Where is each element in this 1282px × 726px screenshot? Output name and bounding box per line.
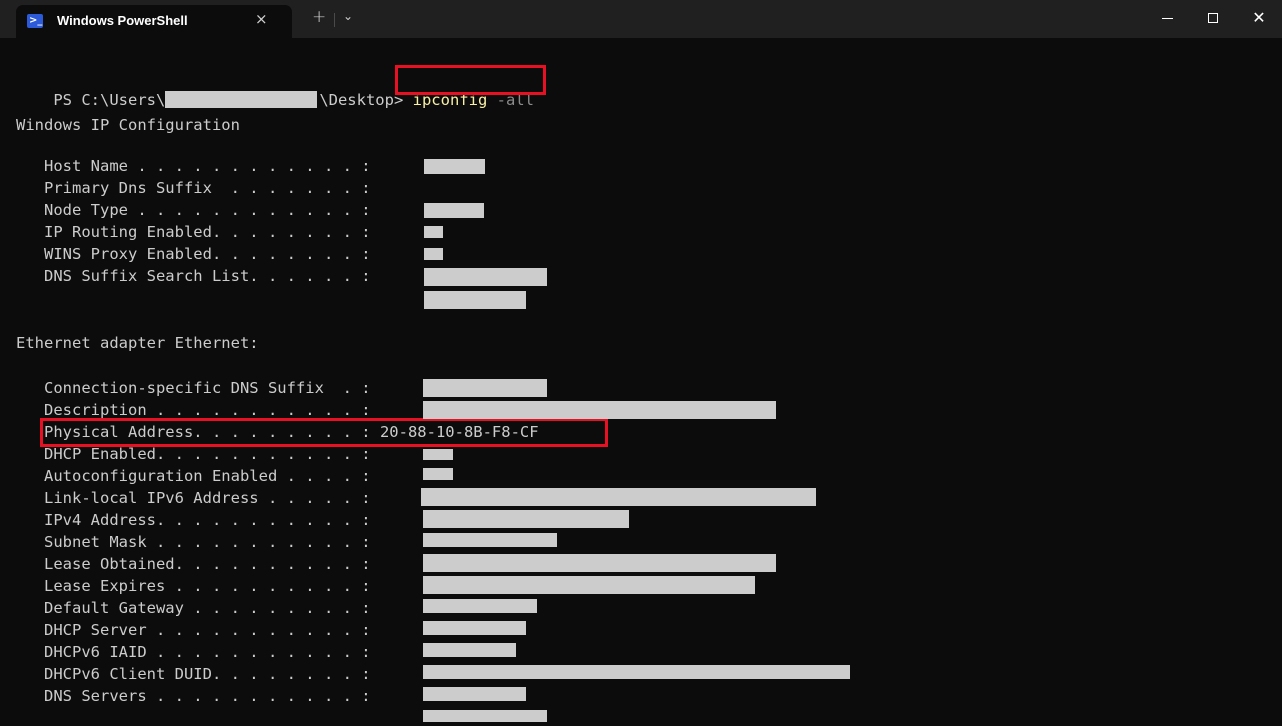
redacted-value <box>424 248 443 260</box>
section-header: Ethernet adapter Ethernet: <box>16 334 259 352</box>
config-row: Default Gateway . . . . . . . . . : <box>16 599 380 617</box>
redacted-value <box>424 291 526 309</box>
username-redaction <box>165 91 318 108</box>
config-row: Connection-specific DNS Suffix . : <box>16 379 380 397</box>
redacted-value <box>424 268 547 286</box>
redacted-value <box>423 533 557 547</box>
config-row: IP Routing Enabled. . . . . . . . : <box>16 223 380 241</box>
redacted-value <box>423 379 547 397</box>
config-row: Host Name . . . . . . . . . . . . : <box>16 157 380 175</box>
config-row: WINS Proxy Enabled. . . . . . . . : <box>16 245 380 263</box>
prompt-path-start: PS C:\Users\ <box>53 91 166 109</box>
redacted-value <box>424 226 443 238</box>
command-highlight-box <box>395 65 546 95</box>
redacted-value <box>424 159 485 174</box>
new-tab-button[interactable]: + <box>312 7 326 27</box>
config-row: DNS Suffix Search List. . . . . . : <box>16 267 380 285</box>
redacted-value <box>423 621 526 635</box>
physical-address-highlight-box <box>40 418 608 447</box>
chevron-down-icon[interactable]: ⌄ <box>343 9 353 23</box>
close-button[interactable]: ✕ <box>1236 0 1282 38</box>
redacted-value <box>423 710 547 722</box>
redacted-value <box>423 510 629 528</box>
config-row: Lease Expires . . . . . . . . . . : <box>16 577 380 595</box>
redacted-value <box>423 687 526 701</box>
redacted-value <box>423 665 850 679</box>
config-row: IPv4 Address. . . . . . . . . . . : <box>16 511 380 529</box>
tab-close-icon[interactable]: × <box>255 10 268 28</box>
section-header: Windows IP Configuration <box>16 116 240 134</box>
config-row: DHCPv6 Client DUID. . . . . . . . : <box>16 665 380 683</box>
redacted-value <box>423 401 776 419</box>
title-bar: >_ Windows PowerShell × + ⌄ ✕ <box>0 0 1282 38</box>
redacted-value <box>423 576 755 594</box>
redacted-value <box>423 643 516 657</box>
redacted-value <box>423 449 453 460</box>
redacted-value <box>421 488 816 506</box>
config-row: Subnet Mask . . . . . . . . . . . : <box>16 533 380 551</box>
powershell-icon: >_ <box>27 14 43 28</box>
close-icon: ✕ <box>1252 8 1266 27</box>
maximize-button[interactable] <box>1190 0 1236 38</box>
tab-divider <box>334 13 335 27</box>
minimize-icon <box>1162 18 1173 19</box>
config-row: Link-local IPv6 Address . . . . . : <box>16 489 380 507</box>
config-row: Primary Dns Suffix . . . . . . . : <box>16 179 380 197</box>
config-row: DHCP Server . . . . . . . . . . . : <box>16 621 380 639</box>
redacted-value <box>423 468 453 480</box>
config-row: Node Type . . . . . . . . . . . . : <box>16 201 380 219</box>
config-row: Autoconfiguration Enabled . . . . : <box>16 467 380 485</box>
redacted-value <box>423 599 537 613</box>
redacted-value <box>423 554 776 572</box>
minimize-button[interactable] <box>1144 0 1190 38</box>
maximize-icon <box>1208 13 1218 23</box>
redacted-value <box>424 203 484 218</box>
config-row: DNS Servers . . . . . . . . . . . : <box>16 687 380 705</box>
config-row: Lease Obtained. . . . . . . . . . : <box>16 555 380 573</box>
terminal-output[interactable]: PS C:\Users\ \Desktop> ipconfig -all Wind… <box>16 38 1282 726</box>
config-row: DHCPv6 IAID . . . . . . . . . . . : <box>16 643 380 661</box>
tab-title: Windows PowerShell <box>57 13 188 28</box>
tab-powershell[interactable]: >_ Windows PowerShell × <box>16 5 292 38</box>
